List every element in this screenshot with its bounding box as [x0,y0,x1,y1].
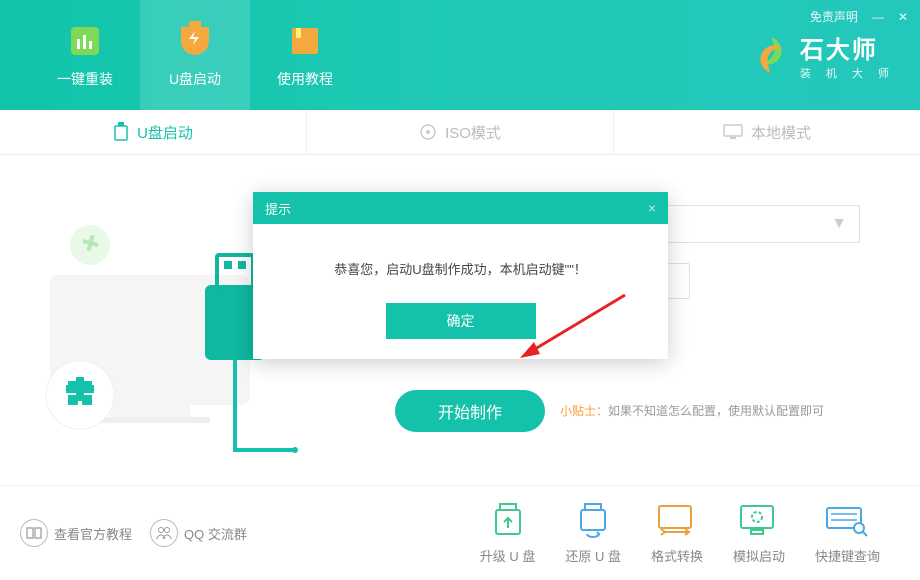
official-tutorial-link[interactable]: 查看官方教程 [20,519,132,547]
footer: 查看官方教程 QQ 交流群 升级 U 盘 还原 U 盘 格式转换 模拟启动 快捷… [0,485,920,580]
tab-usb-boot[interactable]: U盘启动 [140,0,250,110]
subtab-iso[interactable]: ISO模式 [307,110,614,154]
brand-area: 石大师 装 机 大 师 [752,0,920,110]
dialog-title: 提示 [265,199,291,218]
tip-text: 如果不知道怎么配置，使用默认配置即可 [608,404,824,418]
dialog-ok-button[interactable]: 确定 [386,303,536,339]
chevron-down-icon: ▼ [831,215,847,233]
tool-label: 模拟启动 [733,546,785,565]
convert-icon [655,502,699,538]
subtab-usb-boot[interactable]: U盘启动 [0,110,307,154]
subtab-local[interactable]: 本地模式 [614,110,920,154]
tool-label: 还原 U 盘 [565,546,621,565]
tip-label: 小贴士： [560,404,608,418]
dialog-header: 提示 × [253,192,668,224]
bar-chart-icon [65,21,105,61]
tab-tutorial[interactable]: 使用教程 [250,0,360,110]
usb-refresh-icon [571,502,615,538]
sub-tabs: U盘启动 ISO模式 本地模式 [0,110,920,155]
tip-row: 小贴士：如果不知道怎么配置，使用默认配置即可 [560,402,824,419]
header: 免责声明 — ✕ 一键重装 U盘启动 使用教程 石大师 [0,0,920,110]
tool-simulate-boot[interactable]: 模拟启动 [733,502,785,565]
subtab-label: 本地模式 [751,122,811,143]
monitor-power-icon [737,502,781,538]
usb-up-icon [486,502,530,538]
tab-reinstall[interactable]: 一键重装 [30,0,140,110]
subtab-label: ISO模式 [445,122,501,143]
dialog-close-button[interactable]: × [648,200,656,216]
users-icon [150,519,178,547]
subtab-label: U盘启动 [137,122,193,143]
header-tabs: 一键重装 U盘启动 使用教程 [0,0,360,110]
tool-restore-usb[interactable]: 还原 U 盘 [565,502,621,565]
tool-label: 升级 U 盘 [480,546,536,565]
usb-icon [113,122,129,142]
tab-label: 使用教程 [277,69,333,89]
start-button[interactable]: 开始制作 [395,390,545,432]
brand-logo-icon [752,35,792,75]
monitor-icon [723,124,743,140]
dialog: 提示 × 恭喜您，启动U盘制作成功，本机启动键""！ 确定 [253,192,668,359]
tool-upgrade-usb[interactable]: 升级 U 盘 [480,502,536,565]
tool-shortcut-lookup[interactable]: 快捷键查询 [815,502,880,565]
brand-subtitle: 装 机 大 师 [800,65,895,81]
tab-label: 一键重装 [57,69,113,89]
tool-label: 格式转换 [651,546,703,565]
qq-group-link[interactable]: QQ 交流群 [150,519,247,547]
tab-label: U盘启动 [169,69,221,89]
book-open-icon [20,519,48,547]
tool-label: 快捷键查询 [815,546,880,565]
link-label: QQ 交流群 [184,524,247,543]
keyboard-search-icon [825,502,869,538]
dialog-message: 恭喜您，启动U盘制作成功，本机启动键""！ [253,224,668,303]
book-icon [285,21,325,61]
disc-icon [419,123,437,141]
link-label: 查看官方教程 [54,524,132,543]
usb-shield-icon [175,21,215,61]
brand-title: 石大师 [800,30,895,65]
tool-format-convert[interactable]: 格式转换 [651,502,703,565]
